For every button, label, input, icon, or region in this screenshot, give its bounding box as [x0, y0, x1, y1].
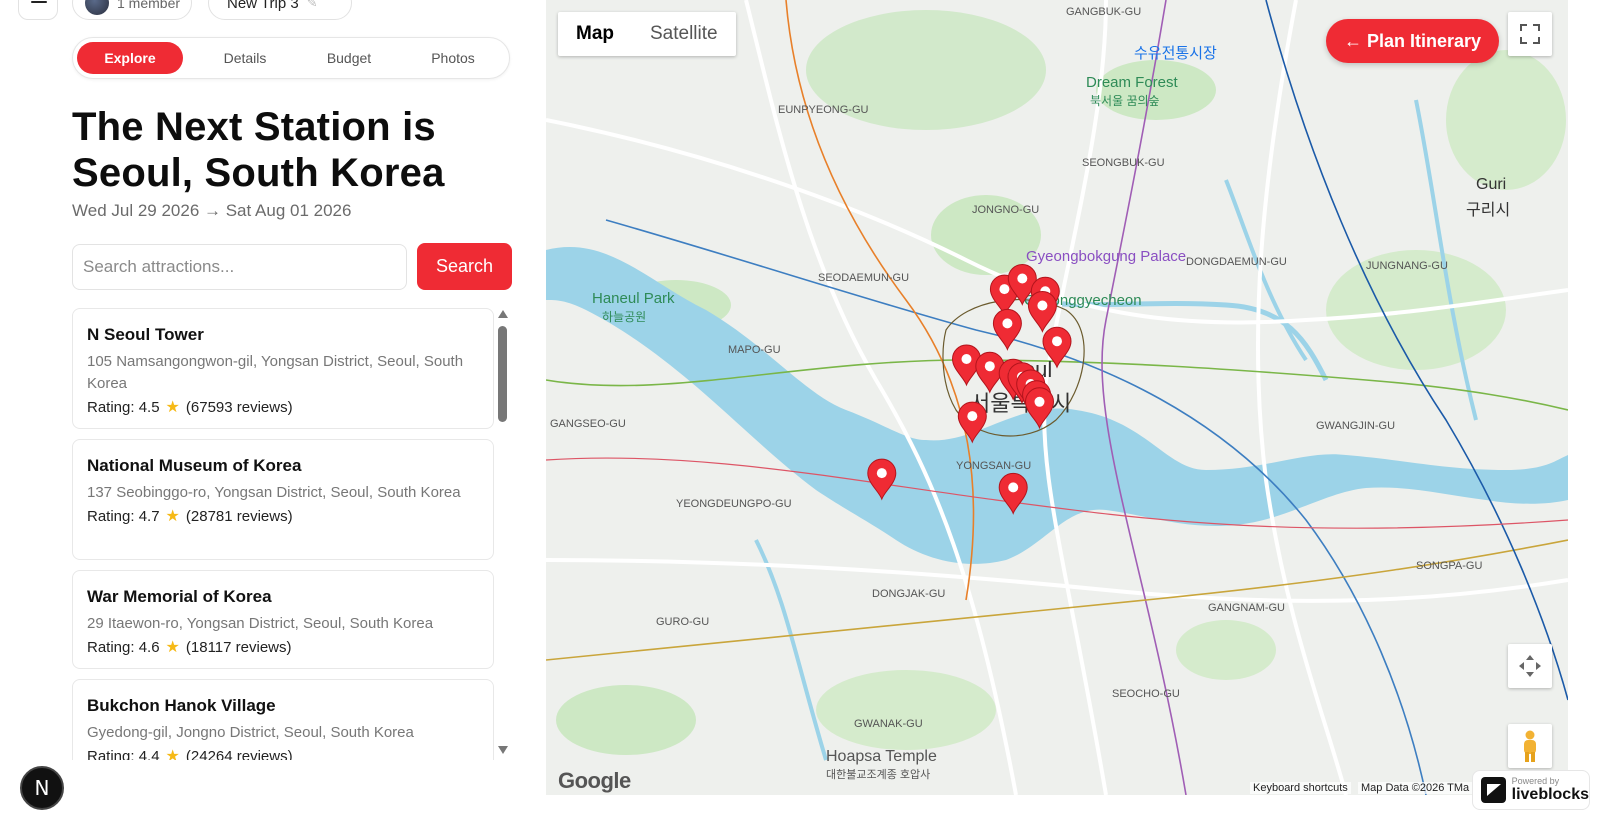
attraction-name: N Seoul Tower: [87, 325, 204, 344]
attraction-address: 137 Seobinggo-ro, Yongsan District, Seou…: [87, 484, 461, 501]
map-marker-pin[interactable]: [1027, 291, 1057, 333]
tab-explore[interactable]: Explore: [77, 42, 183, 74]
map-marker-pin[interactable]: [992, 308, 1022, 351]
attraction-card[interactable]: National Museum of Korea 137 Seobinggo-r…: [72, 439, 494, 560]
list-scrollbar[interactable]: [496, 310, 508, 756]
attraction-card[interactable]: Bukchon Hanok Village Gyedong-gil, Jongn…: [72, 679, 494, 760]
pegman-icon: [1524, 730, 1536, 762]
map-type-control: Map Satellite: [558, 12, 736, 56]
rating-value: Rating: 4.5: [87, 398, 160, 416]
tab-photos[interactable]: Photos: [401, 42, 505, 74]
review-count: (67593 reviews): [185, 398, 293, 416]
map-data-attribution[interactable]: Map Data ©2026 TMa: [1358, 782, 1473, 794]
review-count: (24264 reviews): [185, 747, 293, 761]
map-marker-pin[interactable]: [998, 472, 1028, 515]
rating-value: Rating: 4.6: [87, 638, 160, 656]
trip-dates: Wed Jul 29 2026 → Sat Aug 01 2026: [72, 201, 352, 220]
tab-details[interactable]: Details: [193, 42, 297, 74]
menu-icon: [31, 1, 47, 3]
attraction-name: National Museum of Korea: [87, 456, 302, 475]
powered-by-label: Powered by: [1511, 776, 1560, 786]
sidebar-panel: 1 member New Trip 3 ✎ Explore Details Bu…: [0, 0, 546, 829]
marker-layer: [867, 264, 1072, 515]
map-marker-pin[interactable]: [1042, 326, 1072, 369]
plan-itinerary-button[interactable]: ← Plan Itinerary: [1326, 19, 1499, 63]
pencil-icon[interactable]: ✎: [307, 0, 318, 11]
nextjs-logo[interactable]: N: [20, 766, 64, 810]
fullscreen-button[interactable]: [1508, 12, 1552, 56]
star-icon: ★: [165, 748, 180, 760]
tab-bar: Explore Details Budget Photos: [72, 37, 510, 79]
keyboard-shortcuts-link[interactable]: Keyboard shortcuts: [1250, 782, 1351, 794]
map-view[interactable]: Seoul 서울특별시 Guri 구리시 Gyeongbokgung Palac…: [546, 0, 1568, 795]
trip-name: New Trip 3: [227, 0, 299, 12]
scroll-up-arrow-icon[interactable]: [498, 310, 508, 318]
page-title: The Next Station is Seoul, South Korea: [72, 105, 445, 195]
attraction-name: Bukchon Hanok Village: [87, 696, 276, 715]
attraction-rating: Rating: 4.4 ★ (24264 reviews): [87, 746, 479, 761]
liveblocks-badge[interactable]: Powered by liveblocks: [1472, 770, 1590, 810]
attraction-list: N Seoul Tower 105 Namsangongwon-gil, Yon…: [72, 308, 517, 760]
map-type-satellite-button[interactable]: Satellite: [632, 12, 736, 56]
attraction-card[interactable]: N Seoul Tower 105 Namsangongwon-gil, Yon…: [72, 308, 494, 429]
scroll-thumb[interactable]: [498, 326, 507, 422]
attraction-name: War Memorial of Korea: [87, 587, 272, 606]
attraction-address: 29 Itaewon-ro, Yongsan District, Seoul, …: [87, 615, 434, 632]
google-logo: Google: [558, 768, 631, 793]
search-button[interactable]: Search: [417, 243, 512, 290]
avatar: [85, 0, 109, 15]
attraction-rating: Rating: 4.7 ★ (28781 reviews): [87, 506, 479, 526]
map-type-map-button[interactable]: Map: [558, 12, 632, 56]
member-pill[interactable]: 1 member: [72, 0, 192, 20]
camera-control-icon: [1519, 655, 1541, 677]
rating-value: Rating: 4.7: [87, 507, 160, 525]
attraction-address: Gyedong-gil, Jongno District, Seoul, Sou…: [87, 724, 414, 741]
search-input[interactable]: [72, 244, 407, 290]
trip-name-pill[interactable]: New Trip 3 ✎: [208, 0, 352, 20]
star-icon: ★: [165, 508, 180, 525]
attraction-rating: Rating: 4.6 ★ (18117 reviews): [87, 637, 479, 657]
review-count: (28781 reviews): [185, 507, 293, 525]
star-icon: ★: [165, 399, 180, 416]
attraction-card[interactable]: War Memorial of Korea 29 Itaewon-ro, Yon…: [72, 570, 494, 669]
liveblocks-logo-icon: [1481, 777, 1506, 803]
review-count: (18117 reviews): [185, 638, 292, 656]
scroll-down-arrow-icon[interactable]: [498, 746, 508, 754]
map-marker-pin[interactable]: [1024, 387, 1055, 430]
map-marker-pin[interactable]: [867, 458, 897, 501]
rating-value: Rating: 4.4: [87, 747, 160, 761]
street-view-pegman[interactable]: [1508, 724, 1552, 768]
attraction-rating: Rating: 4.5 ★ (67593 reviews): [87, 397, 479, 417]
map-marker-pin[interactable]: [957, 401, 987, 444]
attraction-address: 105 Namsangongwon-gil, Yongsan District,…: [87, 353, 464, 392]
liveblocks-name: liveblocks: [1511, 786, 1589, 803]
member-count: 1 member: [117, 0, 181, 11]
tab-budget[interactable]: Budget: [297, 42, 401, 74]
star-icon: ★: [165, 639, 180, 656]
fullscreen-icon: [1520, 24, 1540, 44]
menu-button[interactable]: [18, 0, 58, 20]
camera-control-button[interactable]: [1508, 644, 1552, 688]
